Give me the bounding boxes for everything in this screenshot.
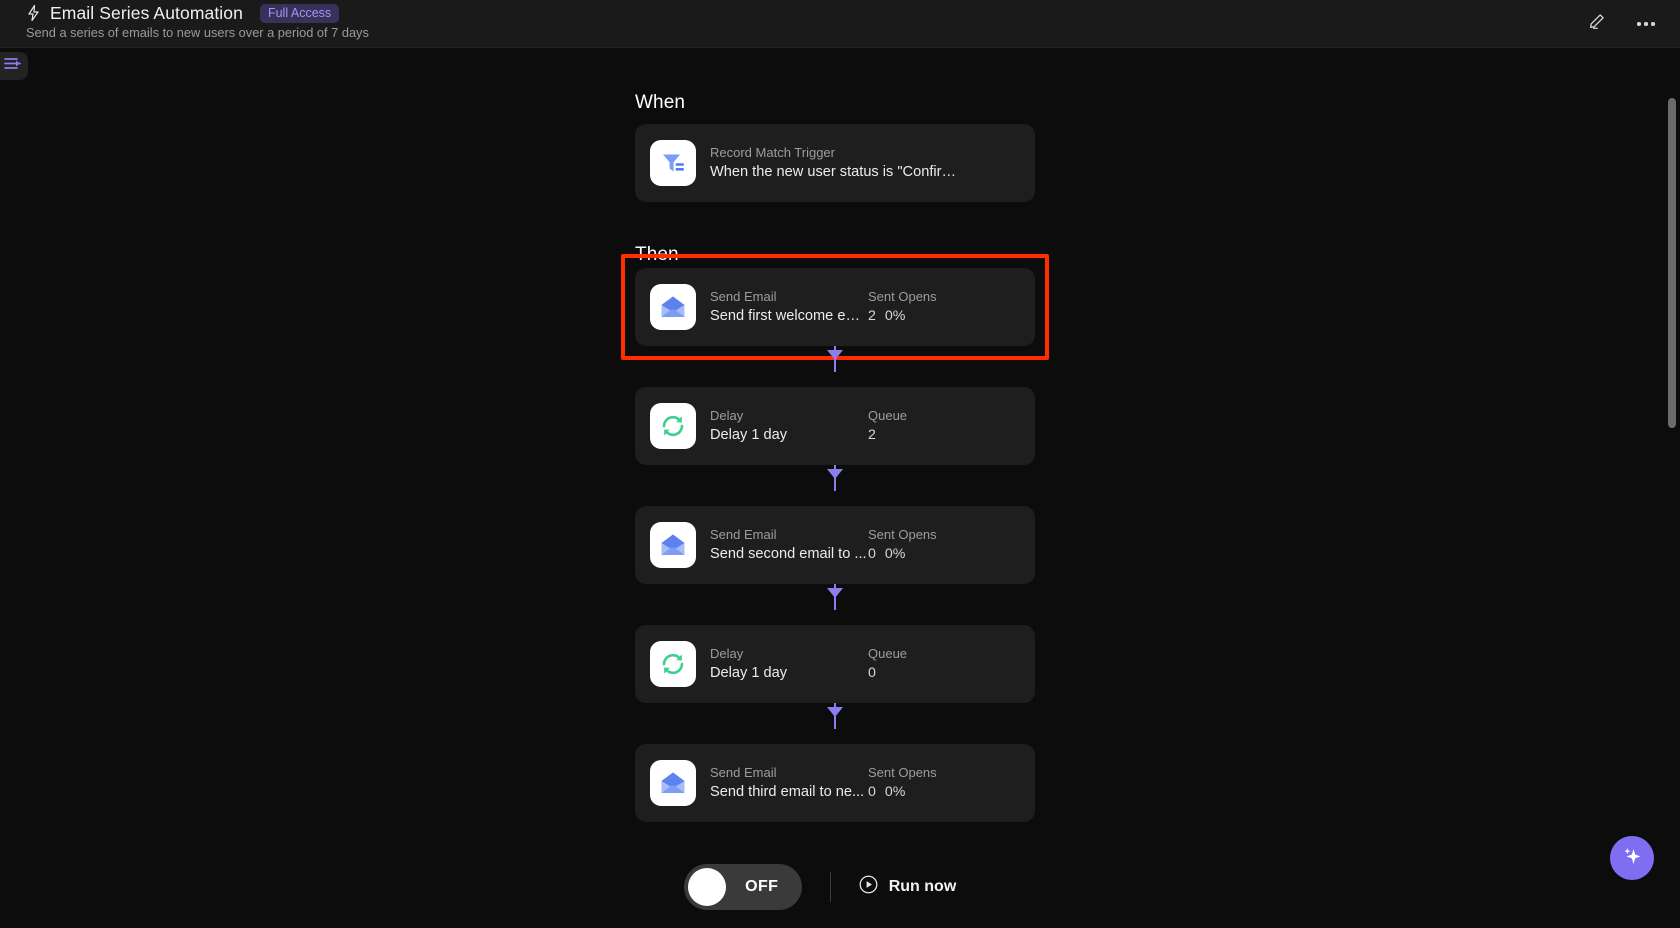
email-icon [650,522,696,568]
app-header: Email Series Automation Full Access Send… [0,0,1680,48]
trigger-card-body: Record Match Trigger When the new user s… [710,144,1035,182]
bolt-icon [26,5,41,22]
step-1-text: Send Email Send first welcome em... [710,288,868,326]
step-3-stats: Sent Opens 0 0% [868,526,937,564]
step-5-stat-opens: 0% [884,784,906,800]
step-4-description: Delay 1 day [710,665,788,681]
step-card-send-email-3[interactable]: Send Email Send third email to ne... Sen… [635,744,1035,822]
step-2-kind: Delay [710,408,744,423]
step-4-body: Delay Delay 1 day Queue 0 [710,645,1035,683]
step-5-text: Send Email Send third email to ne... [710,764,868,802]
automation-canvas: When Record Match Trigger When the new u… [0,48,1680,928]
step-3-body: Send Email Send second email to ... Sent… [710,526,1035,564]
title-row: Email Series Automation Full Access [26,3,340,23]
edit-button[interactable] [1582,10,1610,38]
connector-arrow-4 [827,707,843,717]
connector-arrow-2 [827,469,843,479]
run-now-button[interactable]: Run now [859,875,957,899]
step-3-text: Send Email Send second email to ... [710,526,868,564]
step-4-stats: Queue 0 [868,645,907,683]
section-label-when: When [635,92,686,113]
step-1-description: Send first welcome em... [710,308,868,324]
step-1-stat-opens: 0% [884,308,906,324]
step-card-send-email-2[interactable]: Send Email Send second email to ... Sent… [635,506,1035,584]
step-card-send-email-1[interactable]: Send Email Send first welcome em... Sent… [635,268,1035,346]
step-3-description: Send second email to ... [710,546,867,562]
header-actions [1582,0,1660,48]
step-5-kind: Send Email [710,765,777,780]
bottom-divider [829,872,831,902]
bottom-action-bar: OFF Run now [0,836,1680,928]
page-title: Email Series Automation [50,3,243,23]
step-3-stats-values: 0 0% [868,544,937,564]
step-2-stats: Queue 2 [868,407,907,445]
connector-arrow-1 [827,350,843,360]
step-5-stats-values: 0 0% [868,782,937,802]
step-1-stats-values: 2 0% [868,306,937,326]
step-2-stat-queue: 2 [868,427,876,443]
status-badge: Full Access [259,3,340,23]
step-2-stats-head: Queue [868,408,908,423]
step-5-stats-head: Sent Opens [868,765,937,780]
step-1-stat-sent: 2 [868,308,876,324]
more-horizontal-icon [1637,22,1655,26]
step-2-body: Delay Delay 1 day Queue 2 [710,407,1035,445]
automation-enable-toggle[interactable]: OFF [683,864,802,910]
bottom-controls: OFF Run now [683,864,957,910]
step-2-stats-values: 2 [868,425,907,445]
step-1-kind: Send Email [710,289,777,304]
more-options-button[interactable] [1632,10,1660,38]
step-4-stats-values: 0 [868,663,907,683]
play-circle-icon [859,875,878,899]
trigger-description: When the new user status is "Confirm sen… [710,164,960,180]
step-card-delay-2[interactable]: Delay Delay 1 day Queue 0 [635,625,1035,703]
pencil-icon [1588,13,1605,35]
connector-arrow-3 [827,588,843,598]
page-subtitle: Send a series of emails to new users ove… [26,25,369,40]
vertical-scrollbar-thumb[interactable] [1668,98,1676,428]
step-card-delay-1[interactable]: Delay Delay 1 day Queue 2 [635,387,1035,465]
step-5-stat-sent: 0 [868,784,876,800]
trigger-kind: Record Match Trigger [710,145,835,160]
toggle-state-label: OFF [745,878,779,895]
sync-icon [650,641,696,687]
step-4-stats-head: Queue [868,646,908,661]
step-2-text: Delay Delay 1 day [710,407,868,445]
step-4-text: Delay Delay 1 day [710,645,868,683]
step-3-stat-sent: 0 [868,546,876,562]
trigger-text: Record Match Trigger When the new user s… [710,144,960,182]
step-3-kind: Send Email [710,527,777,542]
step-5-description: Send third email to ne... [710,784,865,800]
step-5-stats: Sent Opens 0 0% [868,764,937,802]
section-label-then: Then [635,244,679,265]
step-3-stat-opens: 0% [884,546,906,562]
trigger-card[interactable]: Record Match Trigger When the new user s… [635,124,1035,202]
vertical-scrollbar-track[interactable] [1668,98,1676,918]
ai-assistant-button[interactable] [1610,836,1654,880]
filter-icon [650,140,696,186]
step-1-stats-head: Sent Opens [868,289,937,304]
email-icon [650,284,696,330]
run-now-label: Run now [888,878,957,895]
toggle-knob [687,868,726,906]
sync-icon [650,403,696,449]
sparkle-icon [1620,844,1644,873]
step-3-stats-head: Sent Opens [868,527,937,542]
step-4-kind: Delay [710,646,744,661]
step-2-description: Delay 1 day [710,427,788,443]
email-icon [650,760,696,806]
step-5-body: Send Email Send third email to ne... Sen… [710,764,1035,802]
step-4-stat-queue: 0 [868,665,876,681]
step-1-body: Send Email Send first welcome em... Sent… [710,288,1035,326]
step-1-stats: Sent Opens 2 0% [868,288,937,326]
